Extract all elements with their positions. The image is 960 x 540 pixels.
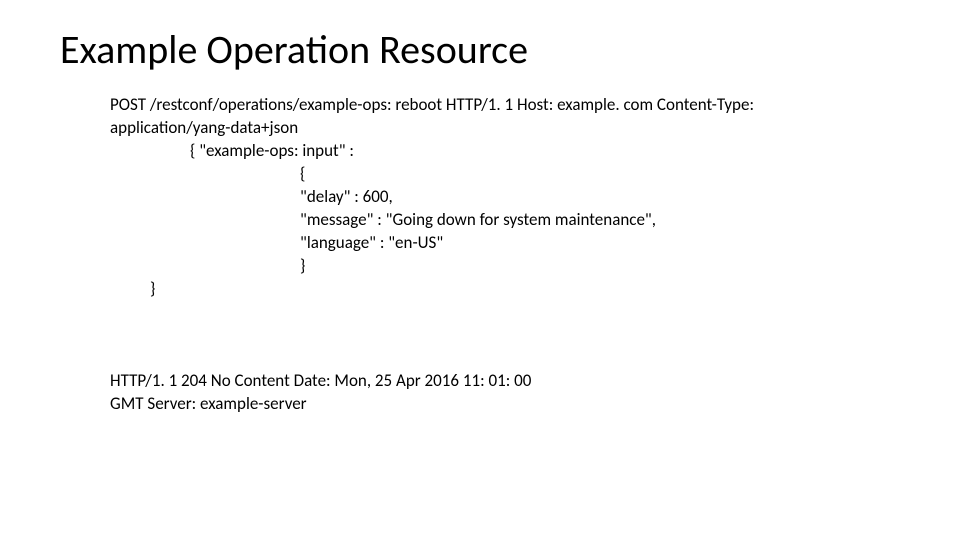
inner-brace-open: {: [110, 163, 900, 186]
json-delay: "delay" : 600,: [110, 186, 900, 209]
request-line-2: application/yang-data+json: [110, 117, 900, 140]
response-block: HTTP/1. 1 204 No Content Date: Mon, 25 A…: [110, 370, 900, 416]
json-language: "language" : "en-US": [110, 232, 900, 255]
page-title: Example Operation Resource: [60, 25, 900, 74]
json-close: }: [110, 278, 900, 301]
response-line-2: GMT Server: example-server: [110, 393, 900, 416]
json-open: { "example-ops: input" :: [110, 140, 900, 163]
response-line-1: HTTP/1. 1 204 No Content Date: Mon, 25 A…: [110, 370, 900, 393]
request-block: POST /restconf/operations/example-ops: r…: [110, 94, 900, 300]
request-line-1: POST /restconf/operations/example-ops: r…: [110, 94, 900, 117]
content-area: POST /restconf/operations/example-ops: r…: [110, 94, 900, 416]
inner-brace-close: }: [110, 255, 900, 278]
json-message: "message" : "Going down for system maint…: [110, 209, 900, 232]
slide-content: Example Operation Resource POST /restcon…: [0, 0, 960, 416]
